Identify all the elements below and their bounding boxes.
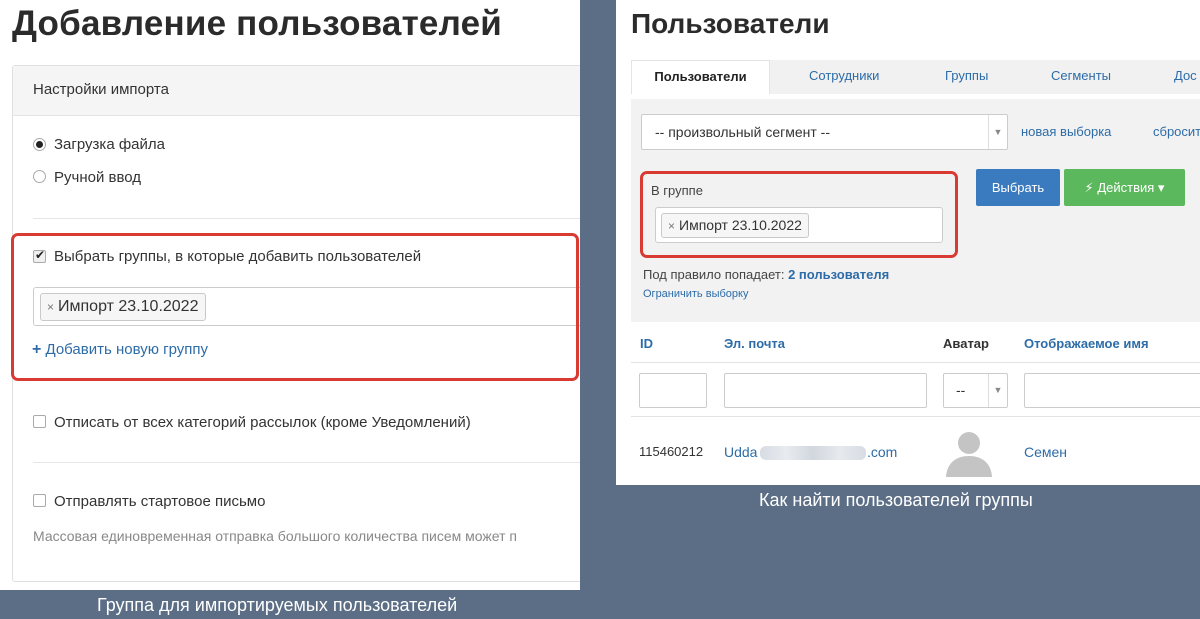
select-button[interactable]: Выбрать <box>976 169 1060 206</box>
filter-email-input[interactable] <box>724 373 927 408</box>
radio-manual-input[interactable] <box>33 170 46 183</box>
radio-manual-input-label[interactable]: Ручной ввод <box>54 169 141 186</box>
card-header: Настройки импорта <box>13 66 580 116</box>
cell-display-name[interactable]: Семен <box>1024 444 1067 460</box>
rule-prefix: Под правило попадает: <box>643 267 785 282</box>
users-panel: Пользователи Пользователи Сотрудники Гру… <box>616 0 1200 485</box>
checkbox-start-letter[interactable] <box>33 494 46 507</box>
divider <box>631 362 1200 363</box>
filter-id-input[interactable] <box>639 373 707 408</box>
chevron-down-icon: ▼ <box>988 115 1007 149</box>
cell-email[interactable]: Udda <box>724 444 757 460</box>
chevron-down-icon: ▼ <box>988 374 1007 407</box>
rule-count-link[interactable]: 2 пользователя <box>788 267 889 282</box>
add-users-panel: Добавление пользователей Настройки импор… <box>0 0 580 590</box>
email-redacted-blur <box>760 446 866 460</box>
divider <box>33 218 580 219</box>
tab-segments[interactable]: Сегменты <box>1051 60 1111 94</box>
rule-summary: Под правило попадает: 2 пользователя <box>643 267 889 282</box>
email-start: Udda <box>724 444 758 460</box>
segment-select[interactable]: -- произвольный сегмент -- ▼ <box>641 114 1008 150</box>
avatar-placeholder-icon <box>946 432 992 477</box>
column-header-email[interactable]: Эл. почта <box>724 336 785 351</box>
filter-avatar-value: -- <box>956 382 966 398</box>
left-caption: Группа для импортируемых пользователей <box>97 595 458 615</box>
column-header-avatar: Аватар <box>943 336 989 351</box>
tab-employees[interactable]: Сотрудники <box>809 60 879 94</box>
new-selection-link[interactable]: новая выборка <box>1021 124 1111 139</box>
filter-avatar-select[interactable]: -- ▼ <box>943 373 1008 408</box>
card-header-title: Настройки импорта <box>33 81 169 98</box>
page-title: Пользователи <box>631 8 830 39</box>
actions-button-label: Действия <box>1097 180 1155 195</box>
radio-file-upload[interactable] <box>33 138 46 151</box>
divider <box>33 462 580 463</box>
radio-file-upload-label[interactable]: Загрузка файла <box>54 136 165 153</box>
tab-users[interactable]: Пользователи <box>631 60 770 94</box>
actions-button[interactable]: ⚡ Действия ▾ <box>1064 169 1185 206</box>
tab-bar: Пользователи Сотрудники Группы Сегменты … <box>631 60 1200 94</box>
reset-link[interactable]: сбросить <box>1153 124 1200 139</box>
filter-name-input[interactable] <box>1024 373 1200 408</box>
highlight-frame <box>11 233 579 381</box>
highlight-frame <box>640 171 958 258</box>
cell-id: 115460212 <box>639 444 704 459</box>
tab-groups[interactable]: Группы <box>945 60 988 94</box>
limit-selection-link[interactable]: Ограничить выборку <box>643 288 748 300</box>
checkbox-unsubscribe[interactable] <box>33 415 46 428</box>
page-title: Добавление пользователей <box>12 4 502 43</box>
lightning-icon: ⚡ <box>1084 180 1094 195</box>
checkbox-unsubscribe-label[interactable]: Отписать от всех категорий рассылок (кро… <box>54 414 471 431</box>
help-note: Массовая единовременная отправка большог… <box>33 528 517 544</box>
column-header-display-name[interactable]: Отображаемое имя <box>1024 336 1149 351</box>
checkbox-start-letter-label[interactable]: Отправлять стартовое письмо <box>54 493 265 510</box>
email-end: .com <box>867 444 898 460</box>
tab-more[interactable]: Дос <box>1174 60 1197 94</box>
right-caption: Как найти пользователей группы <box>759 490 1033 510</box>
divider <box>631 416 1200 417</box>
column-header-id[interactable]: ID <box>640 336 653 351</box>
segment-select-value: -- произвольный сегмент -- <box>655 124 830 140</box>
caret-down-icon: ▾ <box>1157 180 1165 195</box>
